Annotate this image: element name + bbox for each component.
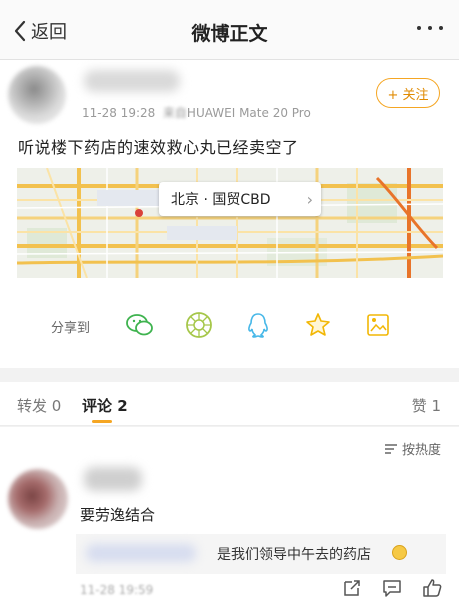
qq-icon[interactable] [243, 310, 273, 340]
chevron-right-icon: › [306, 190, 313, 209]
location-card[interactable]: 北京 · 国贸CBD › [159, 182, 321, 216]
nav-bar: 返回 微博正文 [0, 0, 459, 60]
like-icon[interactable] [421, 577, 443, 599]
post-text: 听说楼下药店的速效救心丸已经卖空了 [18, 138, 299, 157]
avatar[interactable] [8, 66, 66, 124]
share-comment-icon[interactable] [341, 577, 363, 599]
tab-bar: 转发 0 评论 2 赞 1 [0, 382, 459, 426]
commenter-avatar[interactable] [8, 469, 68, 529]
moments-icon[interactable] [184, 310, 214, 340]
comment-list: 按热度 要劳逸结合 是我们领导中午去的药店 11-28 19:59 [0, 427, 459, 610]
reply-box[interactable]: 是我们领导中午去的药店 [76, 534, 446, 574]
post-meta: 11-28 19:28 来自HUAWEI Mate 20 Pro [82, 104, 311, 121]
post-device: HUAWEI Mate 20 Pro [186, 106, 311, 120]
tab-reposts[interactable]: 转发 0 [17, 395, 61, 416]
page-title: 微博正文 [191, 23, 268, 45]
location-map[interactable]: 北京 · 国贸CBD › [17, 168, 443, 278]
commenter-name-blurred[interactable] [84, 467, 142, 491]
tab-likes[interactable]: 赞 1 [412, 395, 441, 416]
sort-label: 按热度 [401, 443, 441, 458]
comment-text: 要劳逸结合 [80, 506, 156, 524]
laugh-emoji-icon [392, 545, 407, 560]
location-label: 北京 · 国贸CBD [171, 192, 271, 208]
reply-text: 是我们领导中午去的药店 [217, 547, 371, 563]
post-time: 11-28 19:28 [82, 106, 156, 120]
reply-comment-icon[interactable] [381, 577, 403, 599]
comment-actions [341, 577, 443, 599]
share-bar: 分享到 [0, 300, 459, 350]
more-icon[interactable] [417, 26, 443, 30]
follow-button[interactable]: + 关注 [376, 78, 440, 108]
username-blurred[interactable] [84, 70, 180, 92]
wechat-icon[interactable] [125, 310, 155, 340]
active-tab-indicator [92, 420, 112, 423]
tab-comments[interactable]: 评论 2 [82, 395, 128, 416]
comment-time: 11-28 19:59 [80, 583, 154, 597]
reply-author-blurred [86, 544, 196, 562]
source-prefix: 来自 [162, 106, 187, 120]
post-card: 11-28 19:28 来自HUAWEI Mate 20 Pro + 关注 听说… [0, 60, 459, 368]
sort-button[interactable]: 按热度 [384, 439, 441, 458]
save-image-icon[interactable] [363, 310, 393, 340]
share-label: 分享到 [51, 321, 91, 336]
qzone-icon[interactable] [303, 310, 333, 340]
sort-icon [384, 443, 397, 454]
